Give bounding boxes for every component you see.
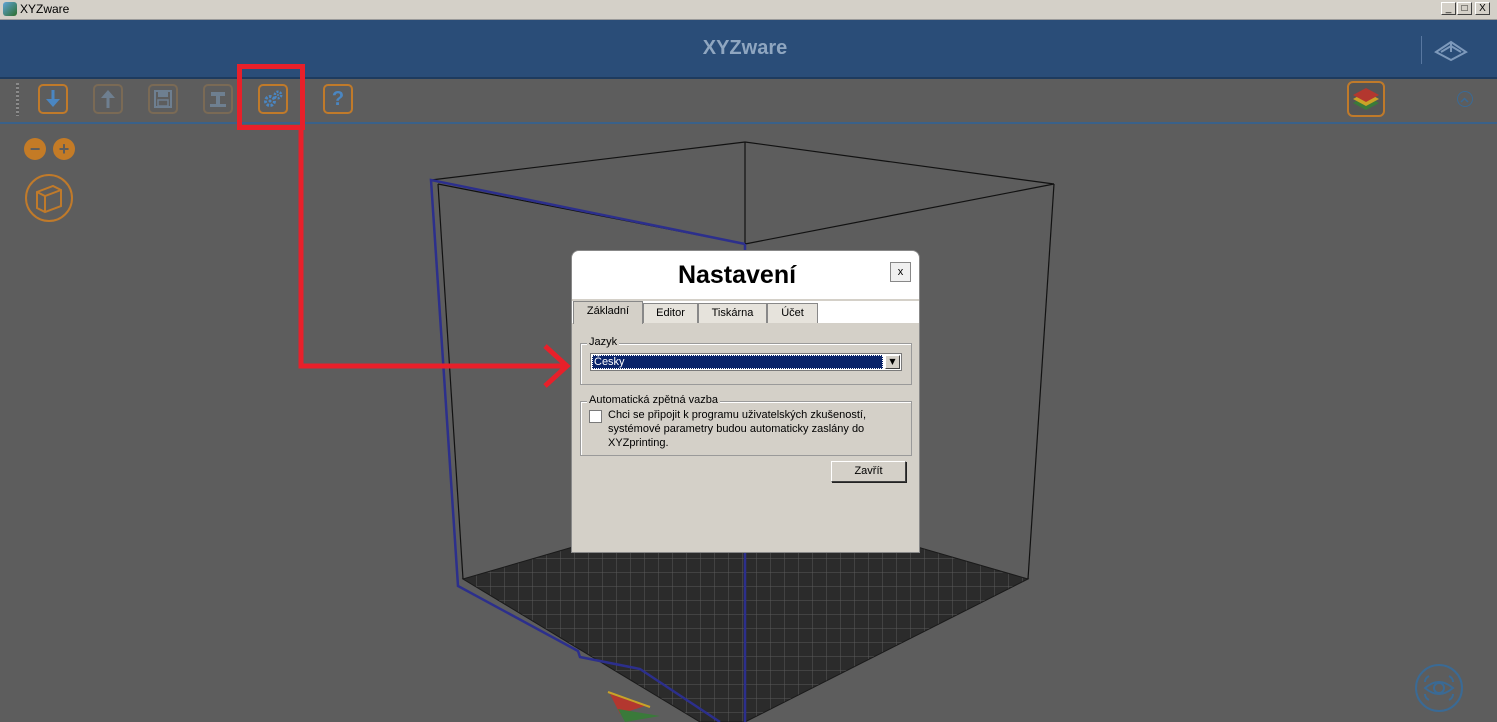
- feedback-checkbox-label: Chci se připojit k programu uživatelskýc…: [608, 409, 866, 449]
- view-mode-button[interactable]: [1415, 664, 1463, 712]
- save-button[interactable]: [148, 84, 178, 114]
- floppy-disk-icon: [154, 90, 172, 108]
- window-title: XYZware: [20, 2, 70, 16]
- tab-basic-panel: Jazyk Česky ▼ Automatická zpětná vazba C…: [572, 323, 919, 552]
- xyz-logo-icon: [1434, 40, 1468, 62]
- upload-arrow-icon: [101, 90, 115, 108]
- axis-gizmo: [607, 691, 660, 722]
- download-arrow-icon: [46, 90, 60, 107]
- minimize-button[interactable]: _: [1441, 2, 1456, 15]
- question-mark-icon: ?: [331, 87, 345, 110]
- app-icon: [3, 2, 17, 16]
- collapse-toolbar-button[interactable]: [1457, 91, 1473, 107]
- export-button[interactable]: [93, 84, 123, 114]
- settings-dialog: Nastavení x Základní Editor Tiskárna Úče…: [571, 250, 920, 553]
- app-header: XYZware: [0, 20, 1497, 79]
- zoom-in-button[interactable]: +: [53, 138, 75, 160]
- eye-icon: [1423, 675, 1455, 701]
- close-window-button[interactable]: X: [1475, 2, 1490, 15]
- maximize-button[interactable]: □: [1457, 2, 1472, 15]
- language-group: Jazyk Česky ▼: [580, 336, 912, 385]
- tab-account[interactable]: Účet: [767, 303, 818, 323]
- tab-basic[interactable]: Základní: [573, 301, 643, 324]
- toolbar-grip[interactable]: [16, 83, 19, 116]
- language-group-label: Jazyk: [587, 336, 620, 348]
- cube-icon: [36, 184, 62, 214]
- language-select-value: Česky: [592, 355, 883, 369]
- chevron-down-icon[interactable]: ▼: [885, 355, 900, 369]
- close-settings-button[interactable]: Zavřít: [831, 461, 906, 482]
- zoom-out-button[interactable]: −: [24, 138, 46, 160]
- dialog-header: Nastavení x: [572, 251, 919, 299]
- chevron-up-circle-icon: [1460, 97, 1469, 103]
- language-select[interactable]: Česky ▼: [590, 353, 902, 371]
- main-toolbar: ?: [0, 79, 1497, 124]
- header-separator: [1421, 36, 1422, 64]
- feedback-group-label: Automatická zpětná vazba: [587, 394, 721, 406]
- dialog-close-button[interactable]: x: [890, 262, 911, 282]
- app-title: XYZware: [702, 37, 788, 59]
- settings-tabs: Základní Editor Tiskárna Účet: [572, 301, 919, 324]
- layers-icon: [1353, 88, 1379, 110]
- printer-icon: [210, 92, 226, 107]
- view-cube-button[interactable]: [25, 174, 73, 222]
- dialog-title: Nastavení: [677, 261, 797, 289]
- window-titlebar: XYZware _ □ X: [0, 0, 1497, 20]
- feedback-group: Automatická zpětná vazba Chci se připoji…: [580, 394, 912, 456]
- feedback-checkbox[interactable]: [589, 410, 602, 423]
- help-button[interactable]: ?: [323, 84, 353, 114]
- print-button[interactable]: [203, 84, 233, 114]
- tab-editor[interactable]: Editor: [643, 303, 698, 323]
- tab-printer[interactable]: Tiskárna: [698, 303, 767, 323]
- layers-button[interactable]: [1347, 81, 1385, 117]
- import-button[interactable]: [38, 84, 68, 114]
- settings-highlight-box: [237, 64, 305, 130]
